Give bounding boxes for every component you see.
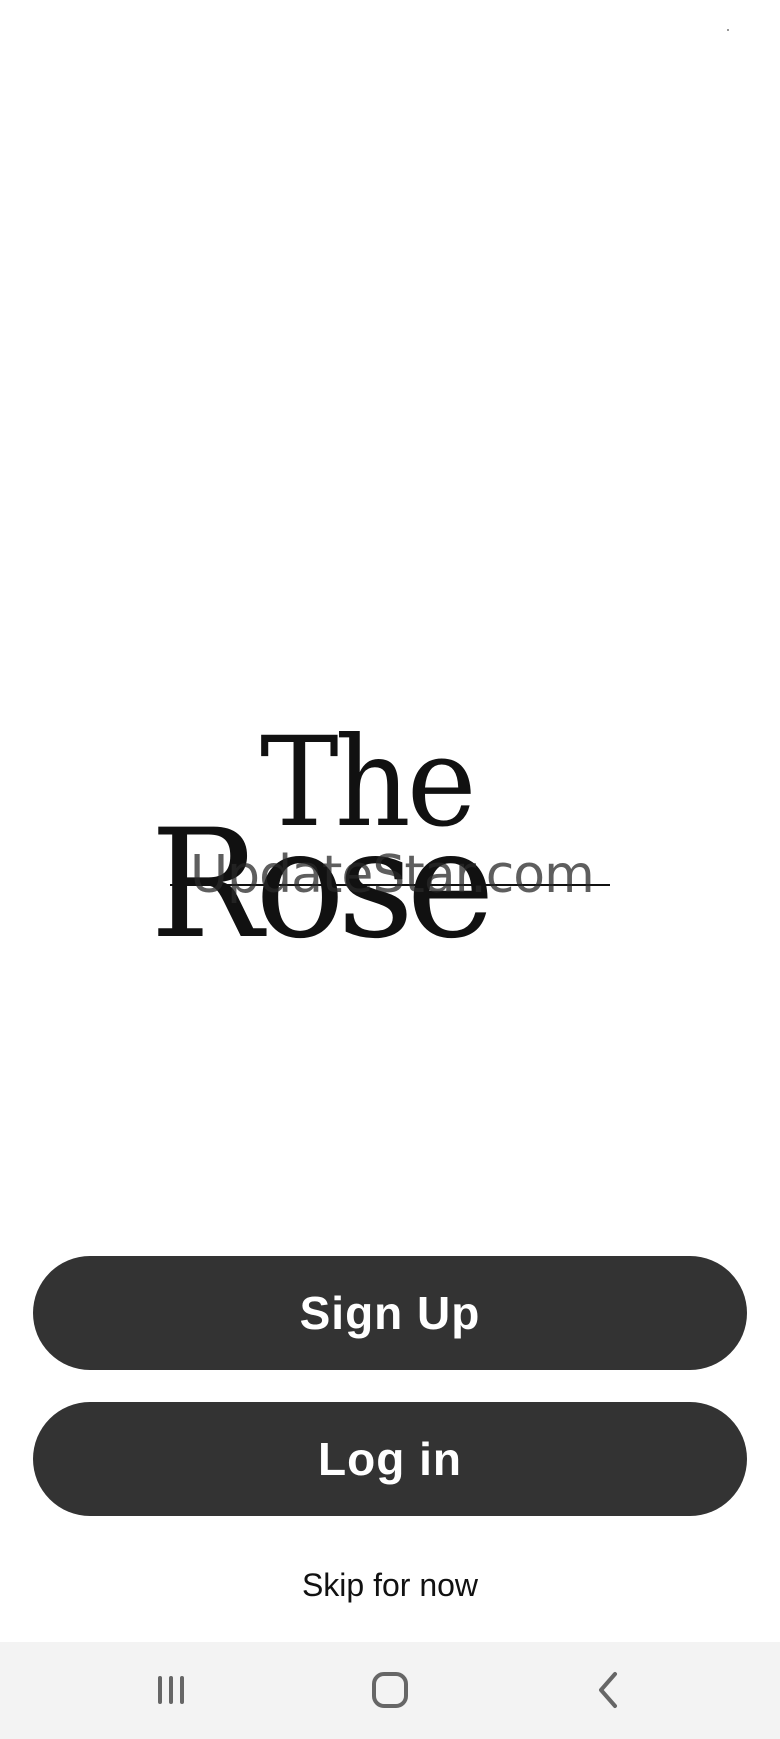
the-rose-logo: The Rose: [150, 720, 630, 960]
log-in-button[interactable]: Log in: [33, 1402, 747, 1516]
home-icon[interactable]: [360, 1660, 420, 1720]
back-icon[interactable]: [578, 1660, 638, 1720]
watermark-text: UpdateStar.com: [190, 845, 595, 905]
sign-up-button[interactable]: Sign Up: [33, 1256, 747, 1370]
skip-for-now-link[interactable]: Skip for now: [0, 1567, 780, 1604]
status-indicator-dot: [727, 29, 729, 31]
recent-apps-icon[interactable]: [141, 1660, 201, 1720]
android-nav-bar: [0, 1642, 780, 1739]
